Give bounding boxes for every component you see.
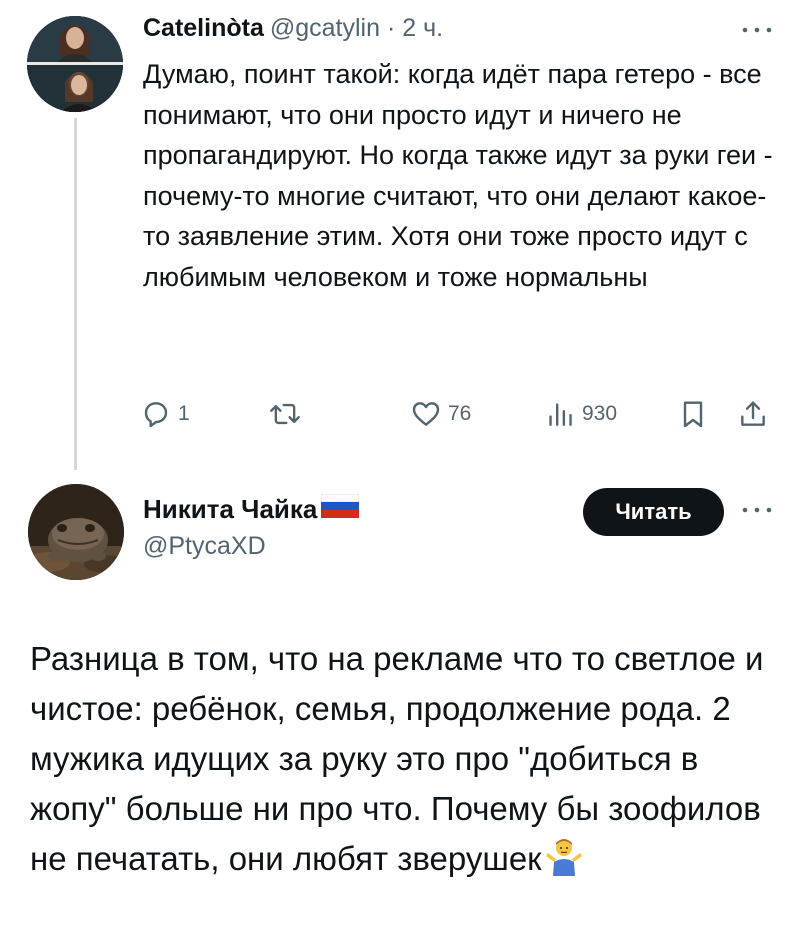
tweet-text-body: Разница в том, что на рекламе что то све… — [30, 640, 764, 877]
tweet-header: Catelinòta @gcatylin · 2 ч. — [143, 14, 443, 43]
author-avatar[interactable] — [27, 16, 123, 112]
views-count: 930 — [582, 402, 618, 425]
author-handle[interactable]: @PtycaXD — [143, 532, 266, 561]
thread-connector-line — [74, 118, 77, 470]
views-button[interactable]: 930 — [544, 392, 617, 436]
author-name[interactable]: Catelinòta — [143, 14, 264, 42]
reply-icon — [144, 402, 168, 428]
author-handle-and-time[interactable]: @gcatylin · 2 ч. — [270, 14, 443, 42]
tweet-action-bar: 1 76 930 — [140, 392, 780, 436]
author-avatar[interactable] — [28, 484, 124, 580]
analytics-icon — [549, 403, 572, 426]
share-icon — [741, 401, 765, 426]
russia-flag-icon — [320, 493, 360, 525]
more-options-icon[interactable] — [737, 20, 777, 40]
like-count: 76 — [448, 402, 472, 425]
reply-count: 1 — [178, 402, 190, 425]
retweet-button[interactable] — [268, 392, 308, 436]
bookmark-icon — [683, 401, 703, 428]
tweet-text: Разница в том, что на рекламе что то све… — [30, 634, 780, 890]
more-options-icon[interactable] — [737, 500, 777, 520]
share-button[interactable] — [737, 392, 769, 436]
author-name-row: Никита Чайка — [143, 493, 360, 525]
heart-icon — [412, 402, 440, 426]
follow-button[interactable]: Читать — [583, 488, 724, 536]
author-name[interactable]: Никита Чайка — [143, 494, 317, 525]
like-button[interactable]: 76 — [410, 392, 471, 436]
retweet-icon — [270, 403, 300, 425]
man-shrugging-emoji-icon — [544, 836, 584, 890]
reply-button[interactable]: 1 — [140, 392, 190, 436]
bookmark-button[interactable] — [677, 392, 709, 436]
tweet-text: Думаю, поинт такой: когда идёт пара гете… — [143, 59, 773, 292]
